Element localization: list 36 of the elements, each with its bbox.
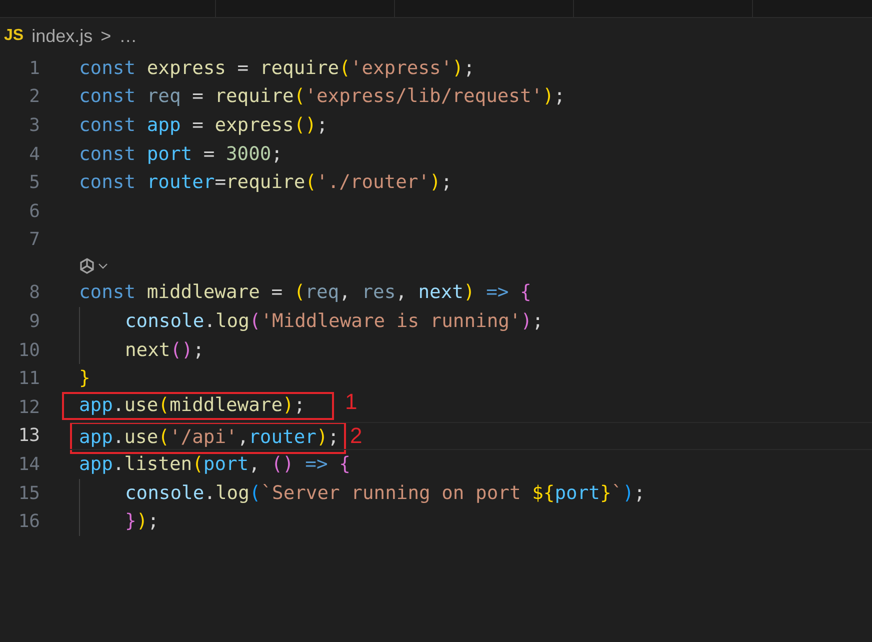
- breadcrumb-separator: >: [100, 26, 112, 46]
- code-line: const port = 3000;: [79, 144, 283, 165]
- line-number: 7: [28, 229, 40, 250]
- breadcrumb-file[interactable]: index.js: [32, 26, 93, 46]
- line-number: 3: [28, 114, 40, 136]
- line-number: 11: [17, 368, 40, 390]
- code-line: console.log('Middleware is running');: [125, 311, 544, 332]
- line-number: 15: [17, 482, 40, 504]
- line-number: 1: [28, 58, 40, 79]
- code-line: console.log(`Server running on port ${port}`);: [125, 482, 646, 504]
- code-line: }: [79, 368, 90, 390]
- code-line: const app = express();: [79, 114, 328, 136]
- line-number: 5: [28, 172, 40, 194]
- breadcrumb-more[interactable]: …: [119, 26, 138, 46]
- code-line: next();: [125, 340, 204, 361]
- code-line: app.use(middleware);: [79, 395, 306, 416]
- js-file-icon: JS: [4, 27, 24, 45]
- line-number: 8: [28, 282, 40, 304]
- line-number: 10: [17, 340, 40, 361]
- annotation-label: 1: [345, 389, 358, 416]
- code-line: const req = require('express/lib/request');: [79, 86, 566, 108]
- line-number: 2: [28, 86, 40, 108]
- code-line: });: [125, 511, 159, 532]
- line-number: 6: [28, 200, 40, 222]
- line-number: 12: [17, 396, 40, 418]
- code-line: const router=require('./router');: [79, 172, 452, 194]
- code-line: const middleware = (req, res, next) => {: [79, 282, 532, 304]
- code-line: const express = require('express');: [79, 58, 475, 79]
- code-line: app.use('/api',router);: [79, 427, 340, 448]
- code-line: app.listen(port, () => {: [79, 454, 350, 476]
- annotation-label: 2: [350, 422, 362, 449]
- line-number: 9: [28, 311, 40, 332]
- line-number: 13: [17, 425, 40, 446]
- line-number: 4: [28, 144, 40, 165]
- line-number: 14: [17, 454, 40, 476]
- line-number: 16: [17, 511, 40, 532]
